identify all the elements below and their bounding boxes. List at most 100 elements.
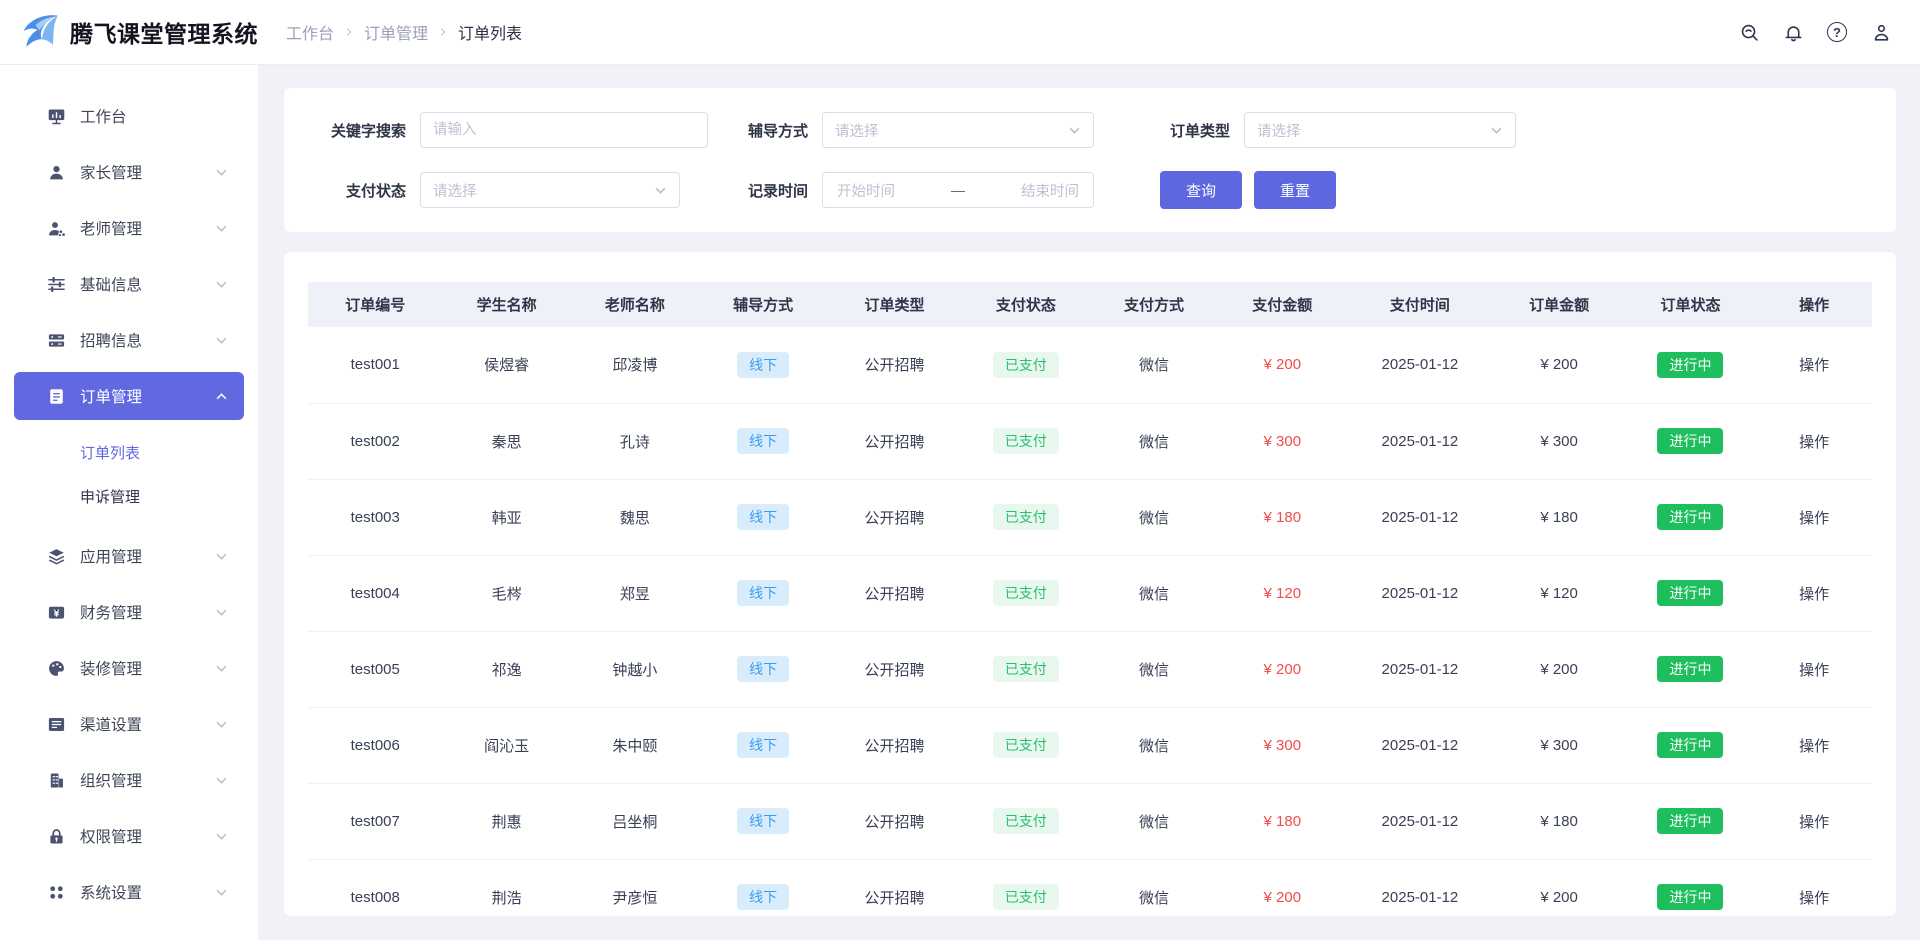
cell-pay-amount: ¥ 300 xyxy=(1264,433,1302,450)
bell-icon[interactable] xyxy=(1782,21,1804,43)
logo: 腾飞课堂管理系统 xyxy=(0,13,268,51)
cell-teacher: 吕坐桐 xyxy=(612,814,657,831)
table-row: test004 毛梣 郑昱 线下 公开招聘 已支付 微信 ¥ 120 2025-… xyxy=(308,555,1872,631)
cell-pay-amount: ¥ 180 xyxy=(1264,813,1302,830)
row-action-link[interactable]: 操作 xyxy=(1799,890,1829,907)
col-order-status: 订单状态 xyxy=(1625,282,1756,327)
layers-icon xyxy=(47,547,66,566)
table-row: test006 阎沁玉 朱中颐 线下 公开招聘 已支付 微信 ¥ 300 202… xyxy=(308,707,1872,783)
chevron-down-icon xyxy=(215,222,228,235)
sidebar-item-workbench[interactable]: 工作台 xyxy=(14,92,244,140)
cell-pay-method: 微信 xyxy=(1139,510,1169,527)
cell-order-no: test003 xyxy=(351,509,400,526)
chevron-down-icon xyxy=(215,830,228,843)
table-row: test001 侯煜睿 邱凌博 线下 公开招聘 已支付 微信 ¥ 200 202… xyxy=(308,327,1872,403)
sidebar-item-teacher-management[interactable]: 老师管理 xyxy=(14,204,244,252)
sidebar-item-parent-management[interactable]: 家长管理 xyxy=(14,148,244,196)
end-time-placeholder: 结束时间 xyxy=(1021,180,1079,201)
cell-pay-time: 2025-01-12 xyxy=(1382,509,1459,526)
order-status-badge: 进行中 xyxy=(1657,732,1723,758)
cell-student: 秦思 xyxy=(492,434,522,451)
tutor-mode-badge: 线下 xyxy=(737,580,789,606)
sidebar-item-app-management[interactable]: 应用管理 xyxy=(14,532,244,580)
sidebar-item-channel-settings[interactable]: 渠道设置 xyxy=(14,700,244,748)
chevron-down-icon xyxy=(215,606,228,619)
breadcrumb-workbench[interactable]: 工作台 xyxy=(286,20,334,44)
sidebar-item-label: 系统设置 xyxy=(80,881,215,903)
palette-icon xyxy=(47,659,66,678)
table-row: test008 荆浩 尹彦恒 线下 公开招聘 已支付 微信 ¥ 200 2025… xyxy=(308,859,1872,916)
help-icon[interactable]: ? xyxy=(1826,21,1848,43)
cell-order-amount: ¥ 300 xyxy=(1540,433,1578,450)
cell-pay-method: 微信 xyxy=(1139,662,1169,679)
table-row: test003 韩亚 魏思 线下 公开招聘 已支付 微信 ¥ 180 2025-… xyxy=(308,479,1872,555)
pay-status-select[interactable]: 请选择 xyxy=(420,172,680,208)
row-action-link[interactable]: 操作 xyxy=(1799,434,1829,451)
col-action: 操作 xyxy=(1756,282,1872,327)
breadcrumb-order-management[interactable]: 订单管理 xyxy=(364,20,428,44)
tutor-mode-select[interactable]: 请选择 xyxy=(822,112,1094,148)
keyword-input[interactable] xyxy=(420,112,708,148)
cell-pay-method: 微信 xyxy=(1139,586,1169,603)
teacher-icon xyxy=(47,219,66,238)
reset-button[interactable]: 重置 xyxy=(1254,171,1336,209)
sidebar-item-label: 订单管理 xyxy=(80,385,215,407)
order-table-panel: 订单编号 学生名称 老师名称 辅导方式 订单类型 支付状态 支付方式 支付金额 … xyxy=(284,252,1896,916)
row-action-link[interactable]: 操作 xyxy=(1799,738,1829,755)
sidebar-item-label: 应用管理 xyxy=(80,545,215,567)
row-action-link[interactable]: 操作 xyxy=(1799,662,1829,679)
search-button[interactable]: 查询 xyxy=(1160,171,1242,209)
tutor-mode-badge: 线下 xyxy=(737,732,789,758)
sidebar-item-system-settings[interactable]: 系统设置 xyxy=(14,868,244,916)
sidebar-item-basic-info[interactable]: 基础信息 xyxy=(14,260,244,308)
cell-order-type: 公开招聘 xyxy=(864,662,924,679)
order-type-label: 订单类型 xyxy=(1160,120,1230,141)
chevron-right-icon xyxy=(344,27,354,37)
order-management-submenu: 订单列表 申诉管理 xyxy=(0,428,258,532)
building-icon xyxy=(47,771,66,790)
sidebar-item-permission-management[interactable]: 权限管理 xyxy=(14,812,244,860)
order-status-badge: 进行中 xyxy=(1657,504,1723,530)
cell-order-no: test006 xyxy=(351,737,400,754)
sidebar-subitem-appeal-management[interactable]: 申诉管理 xyxy=(0,474,258,518)
cell-order-amount: ¥ 200 xyxy=(1540,889,1578,906)
cell-pay-amount: ¥ 120 xyxy=(1264,585,1302,602)
cell-order-no: test004 xyxy=(351,585,400,602)
cell-order-amount: ¥ 300 xyxy=(1540,737,1578,754)
search-icon[interactable] xyxy=(1738,21,1760,43)
main-content: 关键字搜索 辅导方式 请选择 订单类型 请选择 支付状态 请选择 记录时间 开始… xyxy=(258,64,1920,940)
tutor-mode-badge: 线下 xyxy=(737,504,789,530)
sidebar-item-recruit-info[interactable]: 招聘信息 xyxy=(14,316,244,364)
sliders-icon xyxy=(47,275,66,294)
record-time-range-picker[interactable]: 开始时间 — 结束时间 xyxy=(822,172,1094,208)
sidebar-item-organization-management[interactable]: 组织管理 xyxy=(14,756,244,804)
user-icon[interactable] xyxy=(1870,21,1892,43)
row-action-link[interactable]: 操作 xyxy=(1799,586,1829,603)
wallet-icon xyxy=(47,603,66,622)
row-action-link[interactable]: 操作 xyxy=(1799,357,1829,374)
sidebar-item-finance-management[interactable]: 财务管理 xyxy=(14,588,244,636)
row-action-link[interactable]: 操作 xyxy=(1799,510,1829,527)
cell-pay-time: 2025-01-12 xyxy=(1382,433,1459,450)
cell-pay-amount: ¥ 200 xyxy=(1264,356,1302,373)
cell-order-type: 公开招聘 xyxy=(864,738,924,755)
order-type-select[interactable]: 请选择 xyxy=(1244,112,1516,148)
sidebar-subitem-order-list[interactable]: 订单列表 xyxy=(0,430,258,474)
parent-icon xyxy=(47,163,66,182)
filter-row-2: 支付状态 请选择 记录时间 开始时间 — 结束时间 查询 重置 xyxy=(316,172,1872,208)
sidebar-item-label: 基础信息 xyxy=(80,273,215,295)
cell-order-type: 公开招聘 xyxy=(864,586,924,603)
sidebar-subitem-label: 申诉管理 xyxy=(80,486,140,507)
table-row: test002 秦思 孔诗 线下 公开招聘 已支付 微信 ¥ 300 2025-… xyxy=(308,403,1872,479)
chevron-down-icon xyxy=(215,886,228,899)
sidebar-item-decoration-management[interactable]: 装修管理 xyxy=(14,644,244,692)
cell-pay-time: 2025-01-12 xyxy=(1382,813,1459,830)
cell-pay-amount: ¥ 300 xyxy=(1264,737,1302,754)
channel-icon xyxy=(47,715,66,734)
order-icon xyxy=(47,387,66,406)
sidebar-item-order-management[interactable]: 订单管理 xyxy=(14,372,244,420)
row-action-link[interactable]: 操作 xyxy=(1799,814,1829,831)
breadcrumb-order-list: 订单列表 xyxy=(458,20,522,44)
cell-pay-amount: ¥ 200 xyxy=(1264,889,1302,906)
tutor-mode-badge: 线下 xyxy=(737,656,789,682)
